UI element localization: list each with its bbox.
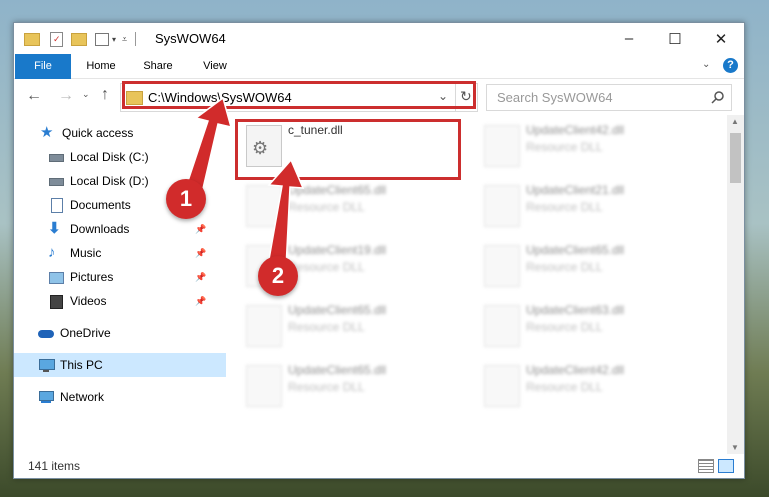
callout-badge-1: 1 [166,179,206,219]
arrow-2 [267,158,305,269]
callout-badge-2: 2 [258,256,298,296]
annotation-arrows [181,96,305,269]
